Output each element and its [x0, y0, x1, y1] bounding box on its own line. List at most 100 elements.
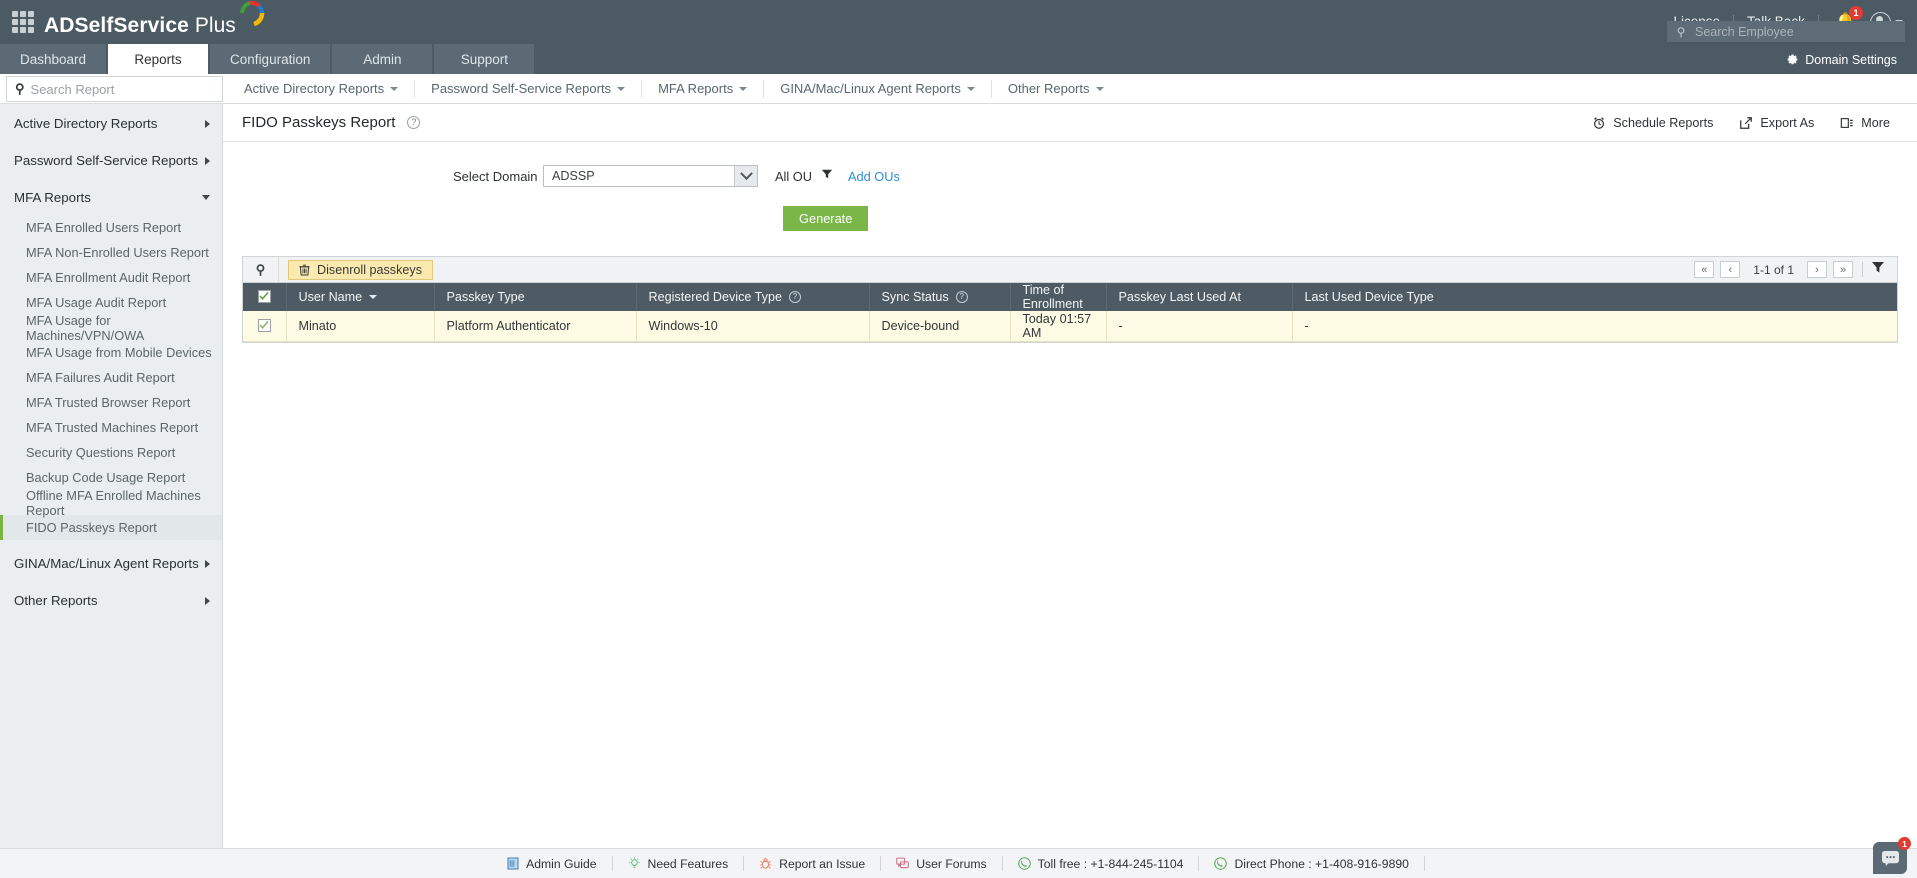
report-category-menu: Active Directory Reports Password Self-S… [223, 74, 1917, 103]
disenroll-passkeys-button[interactable]: Disenroll passkeys [288, 259, 433, 280]
column-registered-device-type[interactable]: Registered Device Type ? [636, 283, 870, 311]
subnav-mfa-reports[interactable]: MFA Reports [642, 79, 765, 98]
row-checkbox[interactable] [257, 318, 271, 332]
sidebar-item-fido-passkeys-report[interactable]: FIDO Passkeys Report [0, 515, 222, 540]
sidebar-item-security-questions-report[interactable]: Security Questions Report [0, 440, 222, 465]
select-all-checkbox[interactable] [257, 289, 271, 303]
column-time-of-enrollment[interactable]: Time of Enrollment [1010, 283, 1107, 311]
content-header: FIDO Passkeys Report ? Schedule Reports [223, 104, 1917, 142]
pager-first-button[interactable]: « [1694, 261, 1715, 278]
passkeys-table: User Name Passkey Type Registered Device… [243, 283, 1897, 342]
sidebar-group-active-directory-reports[interactable]: Active Directory Reports [0, 110, 222, 137]
notification-badge: 1 [1849, 5, 1863, 20]
sidebar-item-backup-code-usage-report[interactable]: Backup Code Usage Report [0, 465, 222, 490]
sidebar-group-password-self-service-reports[interactable]: Password Self-Service Reports [0, 147, 222, 174]
logo-swoosh-icon [238, 0, 264, 35]
report-table: ⚲ Disenroll passkeys « ‹ 1-1 of 1 › » Us… [242, 256, 1898, 343]
help-circle-icon[interactable]: ? [955, 291, 968, 303]
footer-user-forums[interactable]: User Forums [881, 856, 1003, 871]
app-name-bold: ADSelfService [44, 14, 189, 37]
subnav-gina-mac-linux-agent-reports[interactable]: GINA/Mac/Linux Agent Reports [764, 79, 992, 98]
sidebar-item-mfa-trusted-machines-report[interactable]: MFA Trusted Machines Report [0, 415, 222, 440]
more-button[interactable]: More [1827, 116, 1903, 130]
footer-label: Direct Phone : +1-408-916-9890 [1234, 856, 1409, 871]
pager-last-button[interactable]: » [1833, 261, 1853, 278]
sidebar-item-mfa-trusted-browser-report[interactable]: MFA Trusted Browser Report [0, 390, 222, 415]
chevron-right-icon [205, 559, 210, 568]
tab-reports[interactable]: Reports [108, 44, 209, 74]
table-filter-icon[interactable] [1871, 260, 1885, 279]
select-all-header [243, 283, 287, 311]
column-label: Passkey Last Used At [1118, 290, 1242, 304]
sidebar-group-label: MFA Reports [14, 190, 91, 205]
domain-settings-button[interactable]: Domain Settings [1778, 49, 1905, 70]
sidebar-group-mfa-reports[interactable]: MFA Reports [0, 184, 222, 211]
export-as-button[interactable]: Export As [1726, 116, 1827, 130]
subnav-password-self-service-reports[interactable]: Password Self-Service Reports [415, 79, 643, 98]
sidebar-item-mfa-usage-from-mobile-devices[interactable]: MFA Usage from Mobile Devices [0, 340, 222, 365]
footer-label: Report an Issue [779, 856, 866, 871]
subnav-other-reports[interactable]: Other Reports [992, 80, 1120, 98]
table-search-icon[interactable]: ⚲ [243, 257, 279, 282]
tab-dashboard[interactable]: Dashboard [0, 44, 107, 74]
pager-next-button[interactable]: › [1807, 261, 1827, 278]
pager-prev-button[interactable]: ‹ [1720, 261, 1741, 278]
footer-report-an-issue[interactable]: Report an Issue [744, 856, 882, 871]
help-circle-icon[interactable]: ? [407, 116, 421, 129]
cell-user-name: Minato [286, 311, 435, 341]
apps-grid-icon[interactable] [12, 11, 34, 33]
column-label: Last Used Device Type [1304, 290, 1434, 304]
phone-icon [1214, 857, 1228, 870]
filter-area: Select Domain ADSSP All OU Add OUs Gener… [223, 142, 1917, 231]
sidebar-item-mfa-enrollment-audit-report[interactable]: MFA Enrollment Audit Report [0, 265, 222, 290]
tab-admin[interactable]: Admin [332, 44, 433, 74]
subnav-label: MFA Reports [658, 80, 734, 96]
footer-label: Toll free : +1-844-245-1104 [1037, 856, 1184, 871]
help-circle-icon[interactable]: ? [788, 291, 801, 303]
table-toolbar: ⚲ Disenroll passkeys « ‹ 1-1 of 1 › » [243, 257, 1897, 283]
subnav-label: GINA/Mac/Linux Agent Reports [780, 80, 961, 96]
generate-button[interactable]: Generate [783, 206, 869, 231]
sidebar-group-gina-mac-linux-agent-reports[interactable]: GINA/Mac/Linux Agent Reports [0, 550, 222, 577]
footer-need-features[interactable]: Need Features [613, 856, 745, 871]
column-label: Passkey Type [446, 290, 525, 304]
sidebar-item-mfa-usage-for-machines-vpn-owa[interactable]: MFA Usage for Machines/VPN/OWA [0, 313, 222, 343]
footer-direct-phone[interactable]: Direct Phone : +1-408-916-9890 [1199, 856, 1425, 871]
sidebar-item-mfa-failures-audit-report[interactable]: MFA Failures Audit Report [0, 365, 222, 390]
generate-row: Generate [223, 206, 1917, 231]
search-employee-box[interactable]: ⚲​ [1667, 21, 1905, 42]
search-report-input[interactable] [30, 81, 222, 97]
column-last-used-device-type[interactable]: Last Used Device Type [1292, 283, 1897, 311]
footer-toll-free[interactable]: Toll free : +1-844-245-1104 [1003, 856, 1200, 871]
domain-settings-label: Domain Settings [1805, 52, 1897, 67]
chevron-down-icon [617, 86, 626, 91]
sidebar-group-other-reports[interactable]: Other Reports [0, 587, 222, 614]
sidebar-item-mfa-non-enrolled-users-report[interactable]: MFA Non-Enrolled Users Report [0, 240, 222, 265]
domain-select[interactable]: ADSSP [543, 165, 758, 187]
subnav-label: Password Self-Service Reports [431, 80, 612, 96]
filter-funnel-icon[interactable] [821, 167, 833, 185]
column-user-name[interactable]: User Name [286, 283, 435, 311]
column-passkey-type[interactable]: Passkey Type [434, 283, 637, 311]
alarm-clock-icon [1594, 116, 1605, 129]
subnav-active-directory-reports[interactable]: Active Directory Reports [228, 79, 416, 98]
tab-support[interactable]: Support [434, 44, 535, 74]
sidebar-item-offline-mfa-enrolled-machines-report[interactable]: Offline MFA Enrolled Machines Report [0, 488, 222, 518]
schedule-reports-button[interactable]: Schedule Reports [1579, 116, 1726, 130]
domain-filter-row: Select Domain ADSSP All OU Add OUs [223, 165, 1917, 187]
add-ous-link[interactable]: Add OUs [848, 169, 900, 184]
footer-admin-guide[interactable]: Admin Guide [492, 856, 613, 871]
table-row[interactable]: Minato Platform Authenticator Windows-10… [243, 311, 1897, 341]
table-pagination: « ‹ 1-1 of 1 › » [1691, 260, 1889, 279]
sidebar-item-mfa-usage-audit-report[interactable]: MFA Usage Audit Report [0, 290, 222, 315]
footer-label: Admin Guide [526, 856, 597, 871]
column-passkey-last-used-at[interactable]: Passkey Last Used At [1106, 283, 1293, 311]
search-employee-input[interactable] [1695, 24, 1905, 39]
chat-bubble-icon[interactable]: 1 [1873, 837, 1911, 874]
cell-last-used-device-type: - [1292, 311, 1897, 341]
sidebar-item-mfa-enrolled-users-report[interactable]: MFA Enrolled Users Report [0, 215, 222, 240]
column-sync-status[interactable]: Sync Status ? [869, 283, 1011, 311]
tab-configuration[interactable]: Configuration [210, 44, 331, 74]
chat-badge: 1 [1898, 837, 1911, 850]
search-report-box[interactable]: ⚲ [6, 76, 223, 102]
